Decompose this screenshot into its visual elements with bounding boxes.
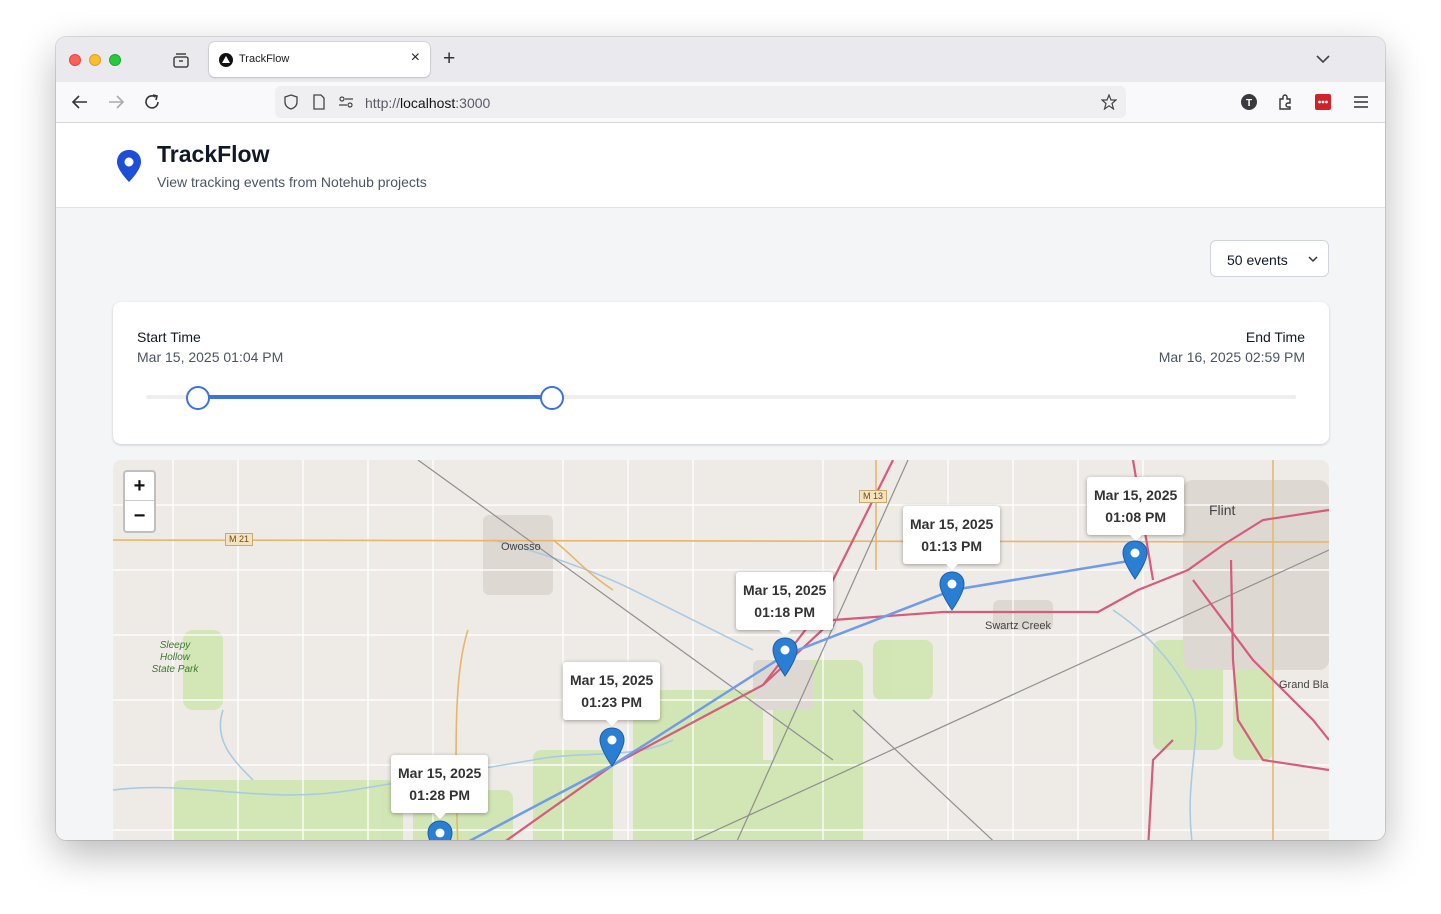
tab-trackflow[interactable]: TrackFlow × bbox=[209, 42, 430, 77]
password-manager-icon[interactable] bbox=[1312, 91, 1334, 113]
place-flint: Flint bbox=[1209, 502, 1236, 518]
nav-bar: http://localhost:3000 T bbox=[56, 82, 1385, 123]
event-date: Mar 15, 2025 bbox=[743, 582, 827, 598]
event-tooltip: Mar 15, 2025 01:08 PM bbox=[1087, 477, 1185, 541]
time-slider-range bbox=[197, 395, 552, 399]
place-swartz-creek: Swartz Creek bbox=[985, 620, 1052, 632]
app-title: TrackFlow bbox=[157, 141, 270, 167]
tab-close-icon[interactable]: × bbox=[411, 50, 420, 66]
event-tooltip: Mar 15, 2025 01:18 PM bbox=[736, 572, 834, 636]
event-time: 01:08 PM bbox=[1105, 509, 1166, 525]
event-time: 01:23 PM bbox=[581, 694, 642, 710]
menu-hamburger-icon[interactable] bbox=[1350, 91, 1372, 113]
tab-strip: TrackFlow × + bbox=[56, 37, 1385, 82]
new-tab-icon[interactable]: + bbox=[443, 48, 455, 70]
extensions-icon[interactable] bbox=[1274, 91, 1296, 113]
zoom-out-button[interactable]: − bbox=[125, 502, 154, 531]
map-marker-pin-icon[interactable] bbox=[427, 820, 453, 840]
road-shield-m21: M 21 bbox=[225, 533, 254, 546]
tab-overview-icon[interactable] bbox=[172, 52, 190, 68]
page-content: TrackFlow View tracking events from Note… bbox=[56, 123, 1385, 840]
event-date: Mar 15, 2025 bbox=[398, 765, 482, 781]
end-time-value: Mar 16, 2025 02:59 PM bbox=[1158, 349, 1305, 365]
url-port: :3000 bbox=[455, 95, 491, 111]
url-host: localhost bbox=[400, 95, 456, 111]
time-slider-end-handle[interactable] bbox=[539, 386, 564, 410]
zoom-control: + − bbox=[123, 470, 156, 533]
tab-list-chevron-icon[interactable] bbox=[1315, 51, 1331, 67]
map-marker-pin-icon[interactable] bbox=[599, 727, 625, 767]
app-subtitle: View tracking events from Notehub projec… bbox=[157, 174, 427, 190]
forward-arrow-icon[interactable] bbox=[105, 91, 127, 113]
app-header: TrackFlow View tracking events from Note… bbox=[56, 123, 1385, 208]
road-shield-m13: M 13 bbox=[859, 490, 888, 503]
start-time-value: Mar 15, 2025 01:04 PM bbox=[137, 349, 284, 365]
events-count-value: 50 events bbox=[1227, 252, 1288, 268]
bookmark-star-icon[interactable] bbox=[1101, 94, 1117, 110]
browser-window: TrackFlow × + http://localhost:3000 T Tr… bbox=[56, 37, 1385, 840]
event-tooltip: Mar 15, 2025 01:23 PM bbox=[563, 662, 661, 726]
zoom-in-button[interactable]: + bbox=[125, 472, 154, 501]
url-bar[interactable]: http://localhost:3000 bbox=[275, 86, 1126, 118]
back-arrow-icon[interactable] bbox=[69, 91, 91, 113]
events-count-select[interactable]: 50 events bbox=[1210, 240, 1329, 277]
event-date: Mar 15, 2025 bbox=[910, 516, 994, 532]
reload-icon[interactable] bbox=[141, 91, 163, 113]
place-grand-blanc: Grand Bla bbox=[1279, 679, 1329, 691]
tab-title: TrackFlow bbox=[239, 53, 290, 65]
permissions-icon[interactable] bbox=[338, 94, 354, 110]
tab-favicon-icon bbox=[219, 53, 233, 67]
event-tooltip: Mar 15, 2025 01:28 PM bbox=[391, 755, 489, 819]
url-scheme: http:// bbox=[365, 95, 401, 111]
maximize-window-button[interactable] bbox=[109, 54, 121, 66]
map-marker-pin-icon[interactable] bbox=[939, 571, 965, 611]
chevron-down-icon bbox=[1308, 256, 1318, 263]
location-pin-icon bbox=[117, 150, 141, 182]
map-marker-pin-icon[interactable] bbox=[1122, 540, 1148, 580]
time-range-card: Start Time Mar 15, 2025 01:04 PM End Tim… bbox=[113, 302, 1329, 444]
place-sleepy-hollow: Sleepy Hollow State Park bbox=[151, 640, 199, 675]
time-slider-start-handle[interactable] bbox=[185, 386, 210, 410]
end-time-label: End Time bbox=[1245, 329, 1305, 345]
event-tooltip: Mar 15, 2025 01:13 PM bbox=[903, 506, 1001, 570]
start-time-label: Start Time bbox=[137, 329, 201, 345]
event-date: Mar 15, 2025 bbox=[1094, 487, 1178, 503]
shield-icon[interactable] bbox=[283, 94, 299, 110]
close-window-button[interactable] bbox=[69, 54, 81, 66]
event-time: 01:28 PM bbox=[409, 787, 470, 803]
event-date: Mar 15, 2025 bbox=[570, 672, 654, 688]
url-text[interactable]: http://localhost:3000 bbox=[365, 95, 490, 111]
place-owosso: Owosso bbox=[501, 541, 541, 553]
minimize-window-button[interactable] bbox=[89, 54, 101, 66]
svg-text:T: T bbox=[1246, 98, 1252, 109]
map-view[interactable]: M 13 M 21 Owosso Swartz Creek Flint Gran… bbox=[113, 460, 1329, 840]
event-time: 01:18 PM bbox=[754, 604, 815, 620]
event-time: 01:13 PM bbox=[921, 538, 982, 554]
map-marker-pin-icon[interactable] bbox=[772, 637, 798, 677]
page-icon bbox=[313, 94, 325, 110]
account-avatar-icon[interactable]: T bbox=[1238, 91, 1260, 113]
